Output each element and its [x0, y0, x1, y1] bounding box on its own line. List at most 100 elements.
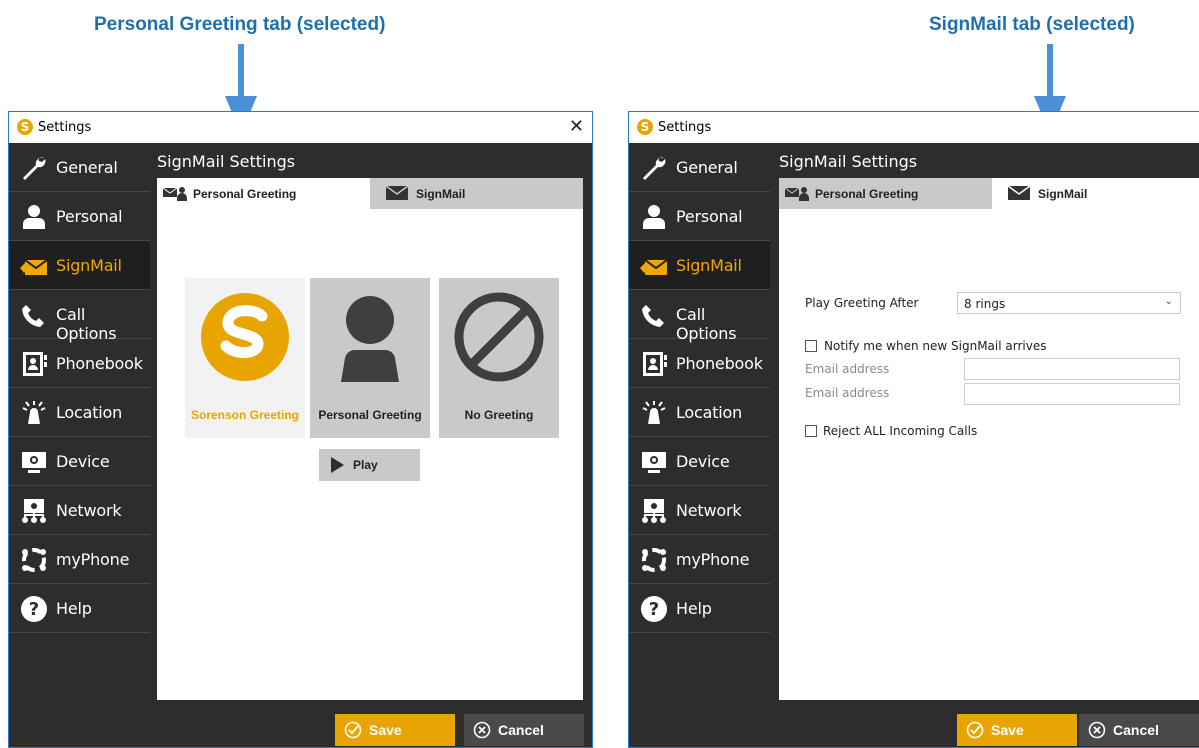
sidebar-item-call-options[interactable]: Call Options [629, 290, 770, 343]
person-icon [19, 202, 49, 232]
tab-personal-greeting[interactable]: Personal Greeting [157, 178, 370, 209]
device-icon [19, 447, 49, 477]
sidebar-item-label: Call Options [676, 305, 737, 343]
play-button[interactable]: Play [319, 449, 420, 481]
tab-signmail[interactable]: SignMail [992, 178, 1199, 209]
window-title: Settings [38, 120, 92, 135]
svg-text:?: ? [29, 599, 39, 620]
save-button[interactable]: Save [335, 714, 455, 746]
window-title: Settings [658, 120, 712, 135]
close-circle-icon [1088, 721, 1106, 739]
cancel-button[interactable]: Cancel [464, 714, 584, 746]
sidebar-item-general[interactable]: General [629, 143, 770, 192]
tab-label: Personal Greeting [193, 187, 297, 201]
sidebar-item-help[interactable]: ? Help [629, 584, 770, 633]
sidebar: General Personal SignMail Call Options P… [629, 143, 770, 747]
email-field-1[interactable] [964, 358, 1180, 380]
sidebar-item-help[interactable]: ? Help [9, 584, 150, 633]
tab-signmail[interactable]: SignMail [370, 178, 583, 209]
notify-label: Notify me when new SignMail arrives [824, 339, 1047, 353]
settings-window-right: S Settings ✕ General Personal SignMail C… [628, 111, 1199, 748]
sidebar-item-label: SignMail [56, 256, 122, 275]
sidebar-item-label: Help [56, 599, 92, 618]
sidebar-item-label: Device [676, 452, 730, 471]
sidebar-item-label: Call Options [56, 305, 117, 343]
location-icon [19, 398, 49, 428]
greeting-card-label: Personal Greeting [318, 408, 422, 422]
signmail-settings-panel: Personal Greeting SignMail Play Greeting… [779, 178, 1199, 700]
check-circle-icon [344, 721, 362, 739]
tab-bar: Personal Greeting SignMail [157, 178, 583, 209]
play-greeting-after-select[interactable]: 8 rings ⌄ [957, 292, 1181, 314]
cancel-button[interactable]: Cancel [1079, 714, 1199, 746]
help-icon: ? [639, 594, 669, 624]
panel-title: SignMail Settings [157, 152, 296, 171]
sidebar-item-device[interactable]: Device [629, 437, 770, 486]
tab-label: SignMail [1038, 187, 1088, 201]
close-circle-icon [473, 721, 491, 739]
help-icon: ? [19, 594, 49, 624]
reject-calls-label: Reject ALL Incoming Calls [823, 424, 978, 438]
myphone-icon [639, 545, 669, 575]
greeting-card-sorenson[interactable]: Sorenson Greeting [185, 278, 305, 438]
save-button[interactable]: Save [957, 714, 1077, 746]
call-options-icon [639, 300, 669, 330]
save-button-label: Save [369, 722, 402, 738]
personal-greeting-tab-icon [163, 187, 187, 201]
call-options-icon [19, 300, 49, 330]
reject-calls-checkbox[interactable] [805, 425, 817, 437]
person-silhouette-icon [341, 296, 399, 382]
sidebar-item-location[interactable]: Location [9, 388, 150, 437]
tab-label: SignMail [416, 187, 466, 201]
sidebar-item-label: Location [56, 403, 123, 422]
tab-personal-greeting[interactable]: Personal Greeting [779, 178, 992, 209]
sidebar-item-myphone[interactable]: myPhone [629, 535, 770, 584]
email-field-2[interactable] [964, 383, 1180, 405]
settings-window-left: S Settings ✕ General Personal SignMail C… [8, 111, 593, 748]
myphone-icon [19, 545, 49, 575]
sidebar-item-signmail[interactable]: SignMail [9, 241, 150, 290]
phonebook-icon [19, 349, 49, 379]
cancel-button-label: Cancel [498, 722, 544, 738]
sidebar-item-personal[interactable]: Personal [9, 192, 150, 241]
greeting-card-personal[interactable]: Personal Greeting [310, 278, 430, 438]
sidebar-item-phonebook[interactable]: Phonebook [629, 339, 770, 388]
sidebar-item-label: Personal [676, 207, 743, 226]
sidebar-item-call-options[interactable]: Call Options [9, 290, 150, 343]
sidebar: General Personal SignMail Call Options P… [9, 143, 150, 747]
sidebar-item-label: Network [676, 501, 742, 520]
tab-bar: Personal Greeting SignMail [779, 178, 1199, 209]
svg-text:?: ? [649, 599, 659, 620]
wrench-icon [639, 153, 669, 183]
callout-signmail: SignMail tab (selected) [929, 14, 1135, 35]
sidebar-item-label: Phonebook [676, 354, 763, 373]
sidebar-item-label: myPhone [56, 550, 130, 569]
sidebar-item-network[interactable]: Network [629, 486, 770, 535]
sidebar-item-label: General [676, 158, 738, 177]
sidebar-item-network[interactable]: Network [9, 486, 150, 535]
sidebar-item-location[interactable]: Location [629, 388, 770, 437]
wrench-icon [19, 153, 49, 183]
sorenson-logo-icon [201, 293, 289, 381]
sidebar-item-label: Personal [56, 207, 123, 226]
sidebar-item-myphone[interactable]: myPhone [9, 535, 150, 584]
sidebar-item-phonebook[interactable]: Phonebook [9, 339, 150, 388]
sidebar-item-label: myPhone [676, 550, 750, 569]
sidebar-item-label: Device [56, 452, 110, 471]
sidebar-item-signmail[interactable]: SignMail [629, 241, 770, 290]
close-button[interactable]: ✕ [569, 116, 584, 137]
check-circle-icon [966, 721, 984, 739]
notify-checkbox[interactable] [805, 340, 817, 352]
network-icon [19, 496, 49, 526]
envelope-icon [386, 185, 409, 200]
sidebar-item-personal[interactable]: Personal [629, 192, 770, 241]
app-logo-icon: S [637, 119, 653, 135]
sidebar-item-device[interactable]: Device [9, 437, 150, 486]
person-icon [639, 202, 669, 232]
sidebar-item-label: Location [676, 403, 743, 422]
phonebook-icon [639, 349, 669, 379]
greeting-card-label: No Greeting [464, 408, 534, 422]
sidebar-item-general[interactable]: General [9, 143, 150, 192]
tab-label: Personal Greeting [815, 187, 919, 201]
greeting-card-none[interactable]: No Greeting [439, 278, 559, 438]
